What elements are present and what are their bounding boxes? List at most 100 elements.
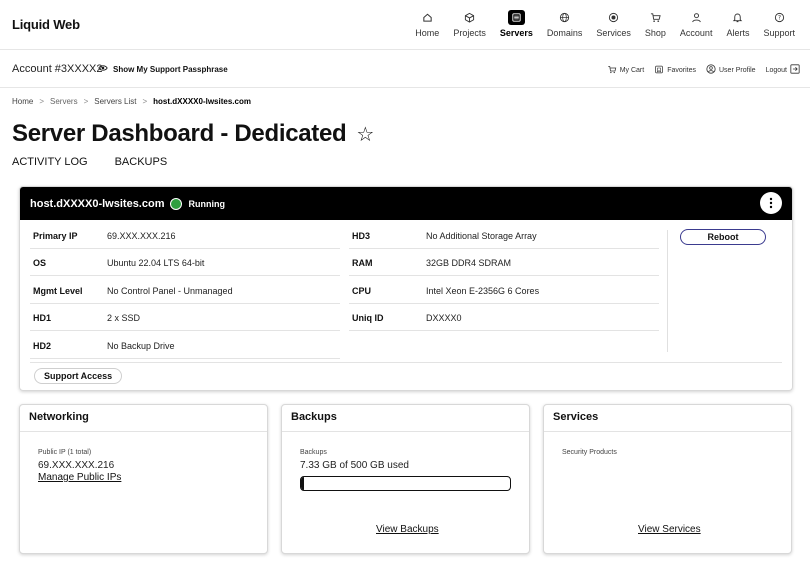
favorites-label: Favorites [667, 66, 696, 74]
my-cart-label: My Cart [619, 66, 645, 74]
spec-value: No Additional Storage Array [426, 231, 537, 241]
spec-value: DXXXX0 [426, 313, 462, 323]
help-icon: ? [770, 10, 788, 25]
nav-home[interactable]: Home [408, 10, 446, 38]
account-number: Account #3XXXX2 [12, 63, 103, 75]
nav-home-label: Home [415, 28, 440, 38]
spec-value: Ubuntu 22.04 LTS 64-bit [107, 258, 205, 268]
spec-row-cpu: CPU Intel Xeon E-2356G 6 Cores [349, 282, 659, 304]
page-title: Server Dashboard - Dedicated [12, 120, 347, 147]
breadcrumb-current: host.dXXXX0-lwsites.com [153, 97, 251, 106]
spec-row-hd3: HD3 No Additional Storage Array [349, 227, 659, 249]
networking-card: Networking Public IP (1 total) 69.XXX.XX… [19, 404, 268, 554]
spec-row-os: OS Ubuntu 22.04 LTS 64-bit [30, 254, 340, 276]
favorites-link[interactable]: Favorites [654, 65, 696, 76]
spec-value: 69.XXX.XXX.216 [107, 231, 176, 241]
backups-usage-fill [301, 477, 305, 490]
spec-row-ram: RAM 32GB DDR4 SDRAM [349, 254, 659, 276]
nav-alerts-label: Alerts [726, 28, 750, 38]
spec-value: No Control Panel - Unmanaged [107, 286, 233, 296]
home-icon [418, 10, 436, 25]
favorites-icon [654, 65, 664, 76]
spec-value: 32GB DDR4 SDRAM [426, 258, 512, 268]
view-backups-link[interactable]: View Backups [376, 524, 439, 535]
account-bar: Account #3XXXX2 Show My Support Passphra… [0, 51, 810, 88]
user-icon [687, 10, 705, 25]
spec-key: Primary IP [33, 231, 78, 241]
support-access-button[interactable]: Support Access [34, 368, 123, 384]
spec-key: HD2 [33, 341, 52, 351]
backups-usage: 7.33 GB of 500 GB used [300, 460, 409, 471]
spec-key: Uniq ID [352, 313, 384, 323]
server-hostname: host.dXXXX0-lwsites.com [30, 197, 165, 210]
server-status: Running [188, 198, 225, 209]
nav-account[interactable]: Account [673, 10, 720, 38]
breadcrumb: Home > Servers > Servers List > host.dXX… [12, 97, 251, 106]
services-card: Services Security Products View Services [543, 404, 792, 554]
nav-projects[interactable]: Projects [446, 10, 493, 38]
page-title-row: Server Dashboard - Dedicated ☆ [12, 120, 374, 148]
view-services-link[interactable]: View Services [638, 524, 701, 535]
my-cart-link[interactable]: My Cart [607, 65, 645, 76]
nav-shop-label: Shop [644, 28, 666, 38]
nav-services-label: Services [596, 28, 631, 38]
globe-icon [556, 10, 574, 25]
top-nav: Liquid Web Home Projects Servers Domains… [0, 0, 810, 50]
nav-servers-label: Servers [499, 28, 533, 38]
nav-servers[interactable]: Servers [493, 10, 540, 38]
breadcrumb-servers-list[interactable]: Servers List [94, 97, 136, 106]
reboot-button[interactable]: Reboot [680, 229, 766, 245]
show-passphrase-button[interactable]: Show My Support Passphrase [98, 64, 228, 74]
breadcrumb-servers[interactable]: Servers [50, 97, 78, 106]
breadcrumb-separator: > [83, 97, 89, 106]
services-icon [605, 10, 623, 25]
manage-public-ips-link[interactable]: Manage Public IPs [38, 472, 121, 483]
nav-shop[interactable]: Shop [638, 10, 673, 38]
server-card-header: host.dXXXX0-lwsites.com Running [20, 187, 792, 220]
nav-alerts[interactable]: Alerts [719, 10, 756, 38]
breadcrumb-separator: > [39, 97, 45, 106]
favorite-star-icon[interactable]: ☆ [356, 122, 374, 147]
servers-icon [507, 10, 525, 25]
tab-backups[interactable]: BACKUPS [115, 156, 168, 168]
passphrase-label: Show My Support Passphrase [113, 64, 228, 74]
utility-links: My Cart Favorites User Profile Logout [607, 64, 800, 76]
spec-key: HD1 [33, 313, 52, 323]
breadcrumb-home[interactable]: Home [12, 97, 33, 106]
breadcrumb-separator: > [142, 97, 148, 106]
logout-link[interactable]: Logout [766, 64, 800, 76]
svg-text:?: ? [778, 15, 781, 22]
nav-support-label: Support [763, 28, 795, 38]
nav-support[interactable]: ? Support [756, 10, 802, 38]
nav-services[interactable]: Services [589, 10, 638, 38]
nav-domains[interactable]: Domains [540, 10, 590, 38]
spec-row-hd2: HD2 No Backup Drive [30, 337, 340, 359]
spec-row-primary-ip: Primary IP 69.XXX.XXX.216 [30, 227, 340, 249]
spec-value: 2 x SSD [107, 313, 141, 323]
spec-row-mgmt-level: Mgmt Level No Control Panel - Unmanaged [30, 282, 340, 304]
services-title: Services [544, 405, 791, 432]
eye-icon [98, 64, 108, 74]
main-nav: Home Projects Servers Domains Services S… [408, 10, 802, 38]
nav-domains-label: Domains [546, 28, 583, 38]
backups-sub-label: Backups [300, 449, 327, 456]
nav-account-label: Account [679, 28, 713, 38]
bell-icon [729, 10, 747, 25]
cart-icon [646, 10, 664, 25]
logout-icon [790, 64, 800, 76]
spec-row-hd1: HD1 2 x SSD [30, 309, 340, 331]
spec-key: Mgmt Level [33, 286, 83, 296]
security-products-label: Security Products [562, 449, 617, 456]
user-profile-link[interactable]: User Profile [706, 64, 756, 76]
nav-projects-label: Projects [453, 28, 486, 38]
networking-title: Networking [20, 405, 267, 432]
tab-activity-log[interactable]: ACTIVITY LOG [12, 156, 88, 168]
logout-label: Logout [765, 66, 787, 74]
spec-value: Intel Xeon E-2356G 6 Cores [426, 286, 540, 296]
server-menu-button[interactable] [760, 192, 782, 214]
server-card: host.dXXXX0-lwsites.com Running Primary … [19, 186, 793, 391]
spec-key: CPU [352, 286, 372, 296]
divider [30, 362, 782, 363]
public-ip-value: 69.XXX.XXX.216 [38, 460, 115, 471]
brand-logo[interactable]: Liquid Web [12, 17, 80, 32]
